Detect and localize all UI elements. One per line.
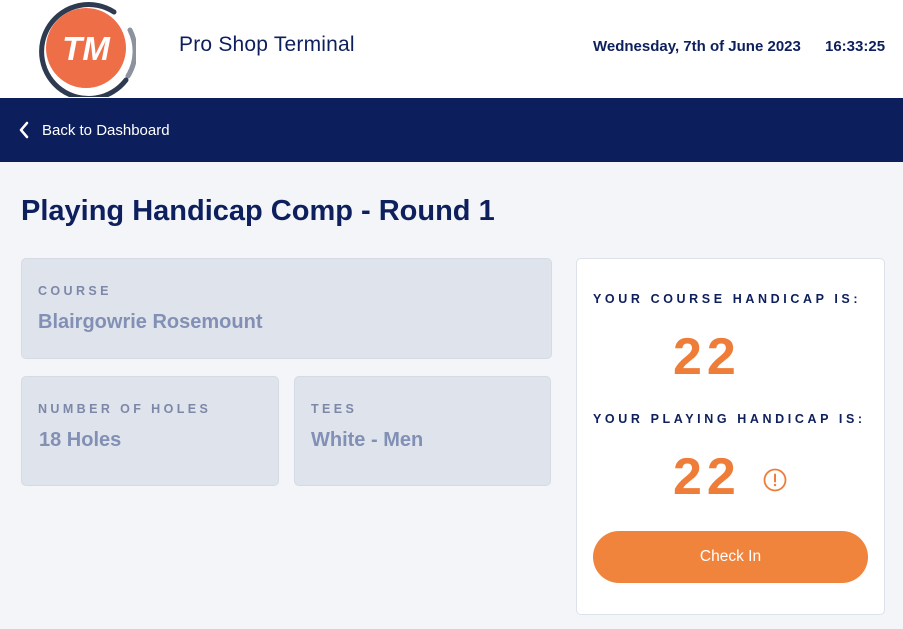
tees-value: White - Men <box>311 429 424 451</box>
current-time: 16:33:25 <box>825 38 886 55</box>
logo: TM <box>36 0 138 102</box>
handicap-panel: YOUR COURSE HANDICAP IS: 22 YOUR PLAYING… <box>576 258 885 615</box>
playing-handicap-label: YOUR PLAYING HANDICAP IS: <box>593 412 866 426</box>
holes-label: NUMBER OF HOLES <box>38 402 212 416</box>
top-header: TM Pro Shop Terminal Wednesday, 7th of J… <box>0 0 903 102</box>
playing-handicap-value: 22 <box>673 448 741 506</box>
check-in-button[interactable]: Check In <box>593 531 868 583</box>
course-handicap-label: YOUR COURSE HANDICAP IS: <box>593 292 862 306</box>
holes-value: 18 Holes <box>39 429 122 451</box>
nav-bar: Back to Dashboard <box>0 98 903 162</box>
course-card: COURSE Blairgowrie Rosemount <box>21 258 552 359</box>
course-value: Blairgowrie Rosemount <box>38 311 263 333</box>
back-to-dashboard-link[interactable]: Back to Dashboard <box>18 118 170 142</box>
tees-label: TEES <box>311 402 358 416</box>
logo-text: TM <box>62 29 110 67</box>
holes-card: NUMBER OF HOLES 18 Holes <box>21 376 279 486</box>
page-title: Playing Handicap Comp - Round 1 <box>21 195 495 227</box>
tees-card: TEES White - Men <box>294 376 551 486</box>
course-label: COURSE <box>38 284 112 298</box>
app-title: Pro Shop Terminal <box>179 33 355 56</box>
chevron-left-icon <box>19 121 29 139</box>
back-label: Back to Dashboard <box>42 121 170 139</box>
warning-icon[interactable] <box>763 468 787 492</box>
current-date: Wednesday, 7th of June 2023 <box>593 38 801 55</box>
course-handicap-value: 22 <box>673 328 741 386</box>
